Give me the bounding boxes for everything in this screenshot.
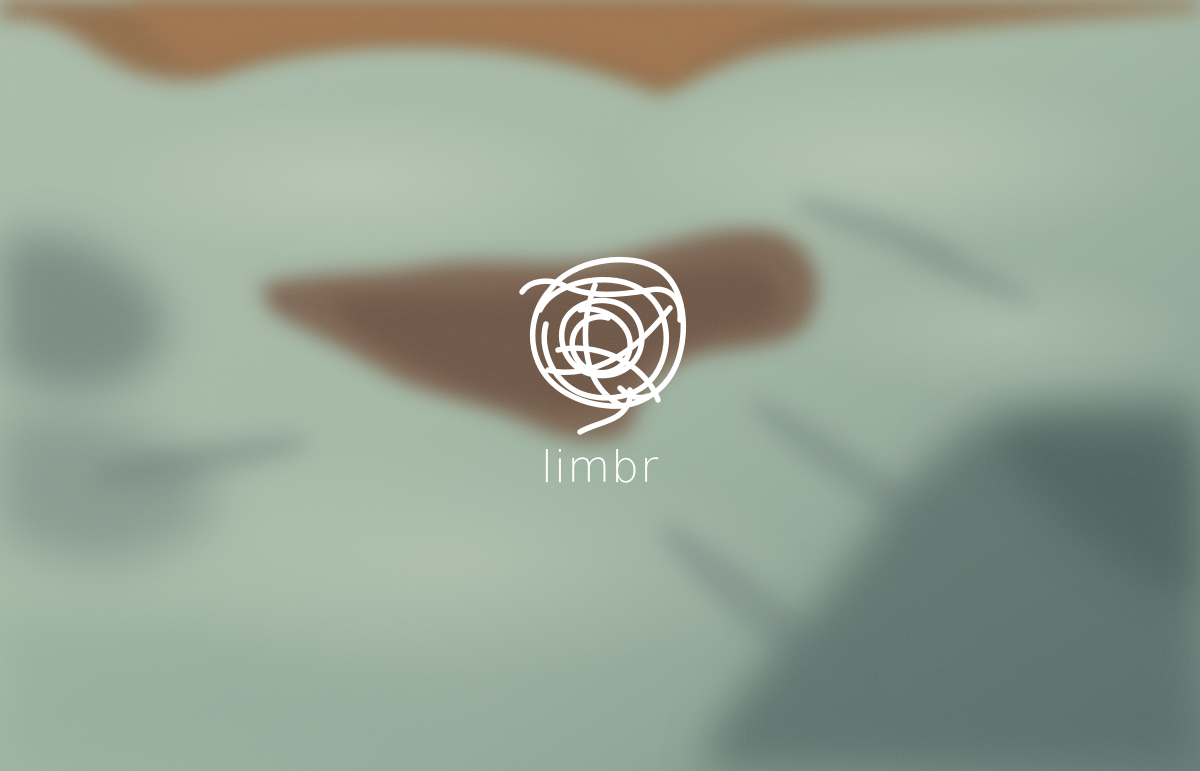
brand-lockup: limbr	[0, 250, 1200, 490]
scribble-ball-icon	[519, 256, 687, 435]
brand-wordmark: limbr	[540, 442, 660, 493]
splash-screen: limbr	[0, 0, 1200, 771]
